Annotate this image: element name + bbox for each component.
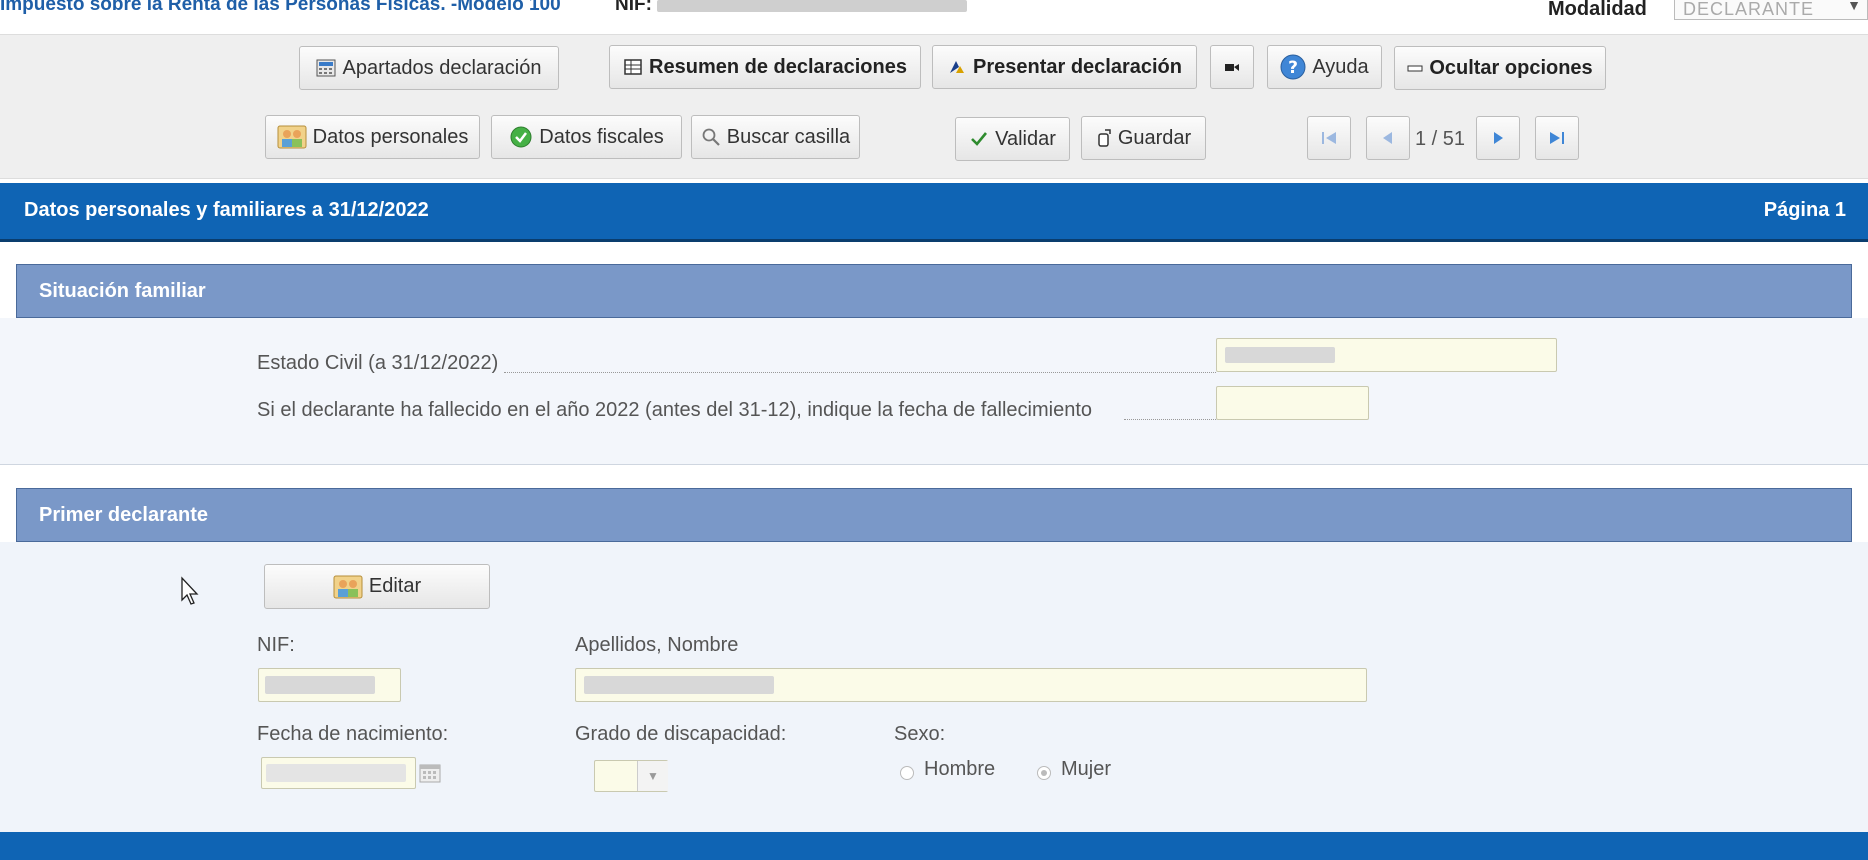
nif-label: NIF: [257,634,295,656]
mouse-cursor-icon [181,576,199,605]
fecha-nacimiento-label: Fecha de nacimiento: [257,723,449,745]
editar-button[interactable]: Editar [264,564,490,609]
bottom-section-bar [0,832,1868,860]
validar-button[interactable]: Validar [955,117,1070,161]
datos-fiscales-button[interactable]: Datos fiscales [491,115,682,159]
leader-dots [504,372,1216,373]
app-title: Impuesto sobre la Renta de las Personas … [0,0,561,15]
first-page-button[interactable] [1307,116,1351,160]
estado-civil-field[interactable] [1216,338,1557,372]
fecha-fallecimiento-field[interactable] [1216,386,1369,420]
modalidad-value: DECLARANTE [1683,0,1815,19]
people-icon [333,575,363,598]
fallecimiento-label: Si el declarante ha fallecido en el año … [257,399,1092,421]
redacted-value [266,764,406,782]
datos-personales-button[interactable]: Datos personales [265,115,480,159]
ocultar-label: Ocultar opciones [1429,56,1593,79]
first-page-icon [1322,132,1336,144]
primer-declarante-header: Primer declarante [16,488,1852,542]
header-nif-value-redacted [657,0,967,12]
leader-dots [1124,419,1216,420]
section-title: Situación familiar [39,280,206,302]
guardar-label: Guardar [1117,126,1192,149]
ocultar-opciones-button[interactable]: Ocultar opciones [1394,46,1606,90]
page-title: Datos personales y familiares a 31/12/20… [24,199,429,221]
ayuda-label: Ayuda [1312,55,1369,78]
last-page-button[interactable] [1535,116,1579,160]
redacted-value [1225,347,1335,363]
next-page-button[interactable] [1476,116,1520,160]
agency-logo-icon [950,61,964,73]
ayuda-button[interactable]: ? Ayuda [1267,45,1382,89]
guardar-button[interactable]: Guardar [1081,116,1206,160]
section-title: Primer declarante [39,504,208,526]
video-camera-icon [1225,64,1239,71]
fecha-nacimiento-field[interactable] [261,757,416,789]
grado-discapacidad-label: Grado de discapacidad: [575,723,787,745]
toolbar: Apartados declaración Resumen de declara… [0,35,1868,179]
people-icon [277,125,307,149]
prev-page-button[interactable] [1366,116,1410,160]
resumen-label: Resumen de declaraciones [649,55,907,78]
video-button[interactable] [1210,45,1254,89]
datos-fiscales-label: Datos fiscales [539,125,664,148]
apartados-declaracion-button[interactable]: Apartados declaración [299,46,559,90]
hombre-label: Hombre [924,758,996,780]
apellidos-nombre-field[interactable] [575,668,1367,702]
mujer-label: Mujer [1061,758,1112,780]
datos-personales-label: Datos personales [312,125,469,148]
validar-label: Validar [995,127,1056,150]
hombre-radio[interactable] [900,766,914,780]
redacted-value [265,676,375,694]
chevron-down-icon: ▼ [637,761,668,791]
presentar-label: Presentar declaración [973,55,1182,78]
modalidad-label: Modalidad [1548,0,1647,20]
buscar-casilla-button[interactable]: Buscar casilla [691,115,860,159]
calculator-icon [316,59,336,77]
page-header-bar: Datos personales y familiares a 31/12/20… [0,183,1868,242]
buscar-casilla-label: Buscar casilla [726,125,851,148]
top-header-strip: Impuesto sobre la Renta de las Personas … [0,0,1868,35]
chevron-down-icon: ▼ [1847,0,1861,13]
page-indicator: 1 / 51 [1415,128,1466,150]
svg-text:?: ? [1288,58,1298,78]
situacion-familiar-body: Estado Civil (a 31/12/2022) Si el declar… [0,318,1868,465]
prev-page-icon [1383,132,1392,144]
estado-civil-label: Estado Civil (a 31/12/2022) [257,352,499,374]
primer-declarante-body: Editar NIF: Apellidos, Nombre Fecha de n… [0,542,1868,832]
last-page-icon [1550,132,1564,144]
modalidad-select[interactable]: DECLARANTE ▼ [1674,0,1868,20]
next-page-icon [1494,132,1503,144]
grado-discapacidad-select[interactable]: ▼ [594,760,668,792]
table-icon [624,59,642,75]
checkmark-icon [971,132,988,146]
redacted-value [584,676,774,694]
collapse-icon [1407,65,1423,72]
situacion-familiar-header: Situación familiar [16,264,1852,318]
apellidos-nombre-label: Apellidos, Nombre [575,634,739,656]
presentar-declaracion-button[interactable]: Presentar declaración [932,45,1197,89]
green-check-circle-icon [510,126,532,148]
resumen-declaraciones-button[interactable]: Resumen de declaraciones [609,45,921,89]
mujer-radio[interactable] [1037,766,1051,780]
help-icon: ? [1280,54,1306,80]
apartados-label: Apartados declaración [342,56,542,79]
header-nif-label: NIF: [615,0,652,15]
calendar-icon[interactable] [418,762,442,784]
editar-label: Editar [368,575,422,597]
save-icon [1098,129,1111,147]
nif-field[interactable] [258,668,401,702]
sexo-label: Sexo: [894,723,946,745]
search-icon [702,128,720,146]
page-number-label: Página 1 [1763,199,1846,221]
